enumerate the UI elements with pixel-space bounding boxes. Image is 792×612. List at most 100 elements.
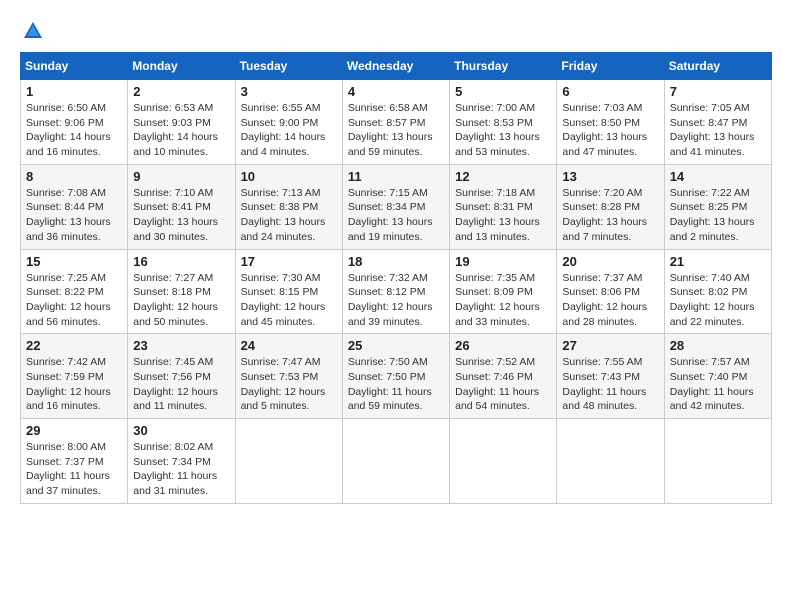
day-info-12: Sunrise: 7:18 AM Sunset: 8:31 PM Dayligh…	[455, 186, 551, 245]
day-cell-7: 7Sunrise: 7:05 AM Sunset: 8:47 PM Daylig…	[664, 80, 771, 165]
day-cell-17: 17 Sunrise: 7:30 AM Sunset: 8:15 PM Dayli…	[235, 249, 342, 334]
day-info-3: Sunrise: 6:55 AM Sunset: 9:00 PM Dayligh…	[241, 101, 337, 160]
day-number-17: 17	[241, 254, 337, 269]
day-cell-18: 18 Sunrise: 7:32 AM Sunset: 8:12 PM Dayli…	[342, 249, 449, 334]
week-row-3: 15Sunrise: 7:25 AM Sunset: 8:22 PM Dayli…	[21, 249, 772, 334]
day-cell-25: 25 Sunrise: 7:50 AM Sunset: 7:50 PM Dayli…	[342, 334, 449, 419]
day-info-14: Sunrise: 7:22 AM Sunset: 8:25 PM Dayligh…	[670, 186, 766, 245]
day-number-10: 10	[241, 169, 337, 184]
day-number-1: 1	[26, 84, 122, 99]
day-info-7: Sunrise: 7:05 AM Sunset: 8:47 PM Dayligh…	[670, 101, 766, 160]
day-info-4: Sunrise: 6:58 AM Sunset: 8:57 PM Dayligh…	[348, 101, 444, 160]
day-info-10: Sunrise: 7:13 AM Sunset: 8:38 PM Dayligh…	[241, 186, 337, 245]
day-cell-1: 1 Sunrise: 6:50 AM Sunset: 9:06 PM Daylig…	[21, 80, 128, 165]
day-number-20: 20	[562, 254, 658, 269]
day-number-24: 24	[241, 338, 337, 353]
day-number-26: 26	[455, 338, 551, 353]
day-number-16: 16	[133, 254, 229, 269]
day-number-25: 25	[348, 338, 444, 353]
weekday-header-thursday: Thursday	[450, 53, 557, 80]
day-cell-8: 8 Sunrise: 7:08 AM Sunset: 8:44 PM Daylig…	[21, 164, 128, 249]
day-info-22: Sunrise: 7:42 AM Sunset: 7:59 PM Dayligh…	[26, 355, 122, 414]
day-info-27: Sunrise: 7:55 AM Sunset: 7:43 PM Dayligh…	[562, 355, 658, 414]
day-info-21: Sunrise: 7:40 AM Sunset: 8:02 PM Dayligh…	[670, 271, 766, 330]
day-cell-12: 12Sunrise: 7:18 AM Sunset: 8:31 PM Dayli…	[450, 164, 557, 249]
day-number-27: 27	[562, 338, 658, 353]
day-number-11: 11	[348, 169, 444, 184]
day-info-24: Sunrise: 7:47 AM Sunset: 7:53 PM Dayligh…	[241, 355, 337, 414]
day-info-1: Sunrise: 6:50 AM Sunset: 9:06 PM Dayligh…	[26, 101, 122, 160]
day-cell-16: 16 Sunrise: 7:27 AM Sunset: 8:18 PM Dayli…	[128, 249, 235, 334]
day-number-3: 3	[241, 84, 337, 99]
day-number-30: 30	[133, 423, 229, 438]
day-info-20: Sunrise: 7:37 AM Sunset: 8:06 PM Dayligh…	[562, 271, 658, 330]
day-cell-21: 21 Sunrise: 7:40 AM Sunset: 8:02 PM Dayli…	[664, 249, 771, 334]
logo-icon	[22, 20, 44, 42]
day-cell-6: 6Sunrise: 7:03 AM Sunset: 8:50 PM Daylig…	[557, 80, 664, 165]
day-number-9: 9	[133, 169, 229, 184]
page-header	[20, 20, 772, 42]
day-cell-29: 29Sunrise: 8:00 AM Sunset: 7:37 PM Dayli…	[21, 419, 128, 504]
day-cell-26: 26 Sunrise: 7:52 AM Sunset: 7:46 PM Dayli…	[450, 334, 557, 419]
day-cell-19: 19 Sunrise: 7:35 AM Sunset: 8:09 PM Dayli…	[450, 249, 557, 334]
week-row-5: 29Sunrise: 8:00 AM Sunset: 7:37 PM Dayli…	[21, 419, 772, 504]
day-number-18: 18	[348, 254, 444, 269]
day-info-11: Sunrise: 7:15 AM Sunset: 8:34 PM Dayligh…	[348, 186, 444, 245]
day-cell-27: 27 Sunrise: 7:55 AM Sunset: 7:43 PM Dayli…	[557, 334, 664, 419]
week-row-4: 22 Sunrise: 7:42 AM Sunset: 7:59 PM Dayli…	[21, 334, 772, 419]
logo-text	[20, 20, 46, 42]
day-info-28: Sunrise: 7:57 AM Sunset: 7:40 PM Dayligh…	[670, 355, 766, 414]
day-cell-15: 15Sunrise: 7:25 AM Sunset: 8:22 PM Dayli…	[21, 249, 128, 334]
day-number-6: 6	[562, 84, 658, 99]
day-info-19: Sunrise: 7:35 AM Sunset: 8:09 PM Dayligh…	[455, 271, 551, 330]
day-number-13: 13	[562, 169, 658, 184]
empty-cell	[235, 419, 342, 504]
day-number-22: 22	[26, 338, 122, 353]
day-info-26: Sunrise: 7:52 AM Sunset: 7:46 PM Dayligh…	[455, 355, 551, 414]
day-info-29: Sunrise: 8:00 AM Sunset: 7:37 PM Dayligh…	[26, 440, 122, 499]
weekday-header-monday: Monday	[128, 53, 235, 80]
day-number-21: 21	[670, 254, 766, 269]
day-cell-30: 30 Sunrise: 8:02 AM Sunset: 7:34 PM Dayli…	[128, 419, 235, 504]
weekday-header-friday: Friday	[557, 53, 664, 80]
day-info-9: Sunrise: 7:10 AM Sunset: 8:41 PM Dayligh…	[133, 186, 229, 245]
day-info-8: Sunrise: 7:08 AM Sunset: 8:44 PM Dayligh…	[26, 186, 122, 245]
weekday-header-row: SundayMondayTuesdayWednesdayThursdayFrid…	[21, 53, 772, 80]
day-info-13: Sunrise: 7:20 AM Sunset: 8:28 PM Dayligh…	[562, 186, 658, 245]
day-cell-13: 13 Sunrise: 7:20 AM Sunset: 8:28 PM Dayli…	[557, 164, 664, 249]
day-cell-3: 3 Sunrise: 6:55 AM Sunset: 9:00 PM Daylig…	[235, 80, 342, 165]
day-cell-4: 4 Sunrise: 6:58 AM Sunset: 8:57 PM Daylig…	[342, 80, 449, 165]
empty-cell	[557, 419, 664, 504]
day-cell-5: 5 Sunrise: 7:00 AM Sunset: 8:53 PM Daylig…	[450, 80, 557, 165]
day-number-28: 28	[670, 338, 766, 353]
day-info-23: Sunrise: 7:45 AM Sunset: 7:56 PM Dayligh…	[133, 355, 229, 414]
day-cell-2: 2Sunrise: 6:53 AM Sunset: 9:03 PM Daylig…	[128, 80, 235, 165]
day-info-16: Sunrise: 7:27 AM Sunset: 8:18 PM Dayligh…	[133, 271, 229, 330]
day-number-5: 5	[455, 84, 551, 99]
week-row-1: 1 Sunrise: 6:50 AM Sunset: 9:06 PM Daylig…	[21, 80, 772, 165]
weekday-header-saturday: Saturday	[664, 53, 771, 80]
day-cell-14: 14 Sunrise: 7:22 AM Sunset: 8:25 PM Dayli…	[664, 164, 771, 249]
day-cell-10: 10 Sunrise: 7:13 AM Sunset: 8:38 PM Dayli…	[235, 164, 342, 249]
day-info-25: Sunrise: 7:50 AM Sunset: 7:50 PM Dayligh…	[348, 355, 444, 414]
week-row-2: 8 Sunrise: 7:08 AM Sunset: 8:44 PM Daylig…	[21, 164, 772, 249]
day-info-18: Sunrise: 7:32 AM Sunset: 8:12 PM Dayligh…	[348, 271, 444, 330]
day-info-15: Sunrise: 7:25 AM Sunset: 8:22 PM Dayligh…	[26, 271, 122, 330]
day-number-4: 4	[348, 84, 444, 99]
day-number-14: 14	[670, 169, 766, 184]
day-cell-28: 28 Sunrise: 7:57 AM Sunset: 7:40 PM Dayli…	[664, 334, 771, 419]
day-info-17: Sunrise: 7:30 AM Sunset: 8:15 PM Dayligh…	[241, 271, 337, 330]
weekday-header-tuesday: Tuesday	[235, 53, 342, 80]
day-cell-22: 22 Sunrise: 7:42 AM Sunset: 7:59 PM Dayli…	[21, 334, 128, 419]
day-cell-11: 11 Sunrise: 7:15 AM Sunset: 8:34 PM Dayli…	[342, 164, 449, 249]
day-cell-24: 24 Sunrise: 7:47 AM Sunset: 7:53 PM Dayli…	[235, 334, 342, 419]
day-info-5: Sunrise: 7:00 AM Sunset: 8:53 PM Dayligh…	[455, 101, 551, 160]
day-cell-9: 9 Sunrise: 7:10 AM Sunset: 8:41 PM Daylig…	[128, 164, 235, 249]
calendar-table: SundayMondayTuesdayWednesdayThursdayFrid…	[20, 52, 772, 504]
day-number-23: 23	[133, 338, 229, 353]
day-number-8: 8	[26, 169, 122, 184]
day-number-19: 19	[455, 254, 551, 269]
day-info-30: Sunrise: 8:02 AM Sunset: 7:34 PM Dayligh…	[133, 440, 229, 499]
day-cell-20: 20 Sunrise: 7:37 AM Sunset: 8:06 PM Dayli…	[557, 249, 664, 334]
weekday-header-sunday: Sunday	[21, 53, 128, 80]
